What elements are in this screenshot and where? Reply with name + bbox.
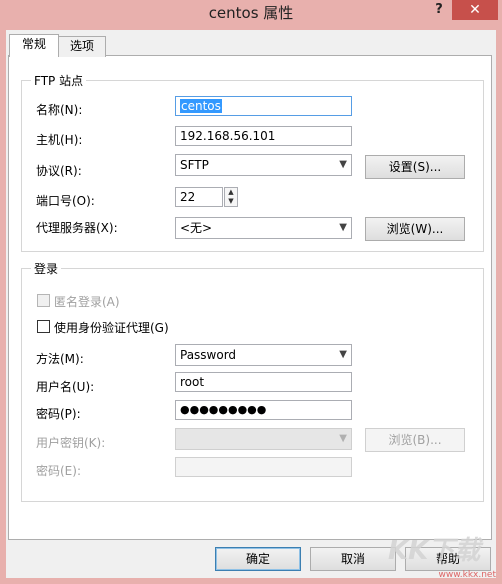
ok-button[interactable]: 确定 — [215, 547, 301, 571]
userkey-browse-button[interactable]: 浏览(B)... — [365, 428, 465, 452]
name-field[interactable]: centos — [175, 96, 352, 116]
stepper-up-icon[interactable]: ▲ — [225, 188, 237, 197]
close-button[interactable]: ✕ — [452, 0, 498, 20]
method-select[interactable]: Password ▼ — [175, 344, 352, 366]
protocol-select[interactable]: SFTP ▼ — [175, 154, 352, 176]
auth-agent-label: 使用身份验证代理(G) — [54, 321, 169, 335]
proxy-browse-button[interactable]: 浏览(W)... — [365, 217, 465, 241]
chevron-down-icon: ▼ — [339, 433, 347, 444]
method-label: 方法(M): — [36, 352, 84, 366]
userkey-label: 用户密钥(K): — [36, 436, 106, 450]
protocol-label: 协议(R): — [36, 164, 82, 178]
tab-options[interactable]: 选项 — [58, 36, 106, 57]
watermark-logo: KK下载 — [388, 536, 481, 566]
passphrase-field[interactable] — [175, 457, 352, 477]
password-label: 密码(P): — [36, 407, 81, 421]
username-label: 用户名(U): — [36, 380, 95, 394]
port-label: 端口号(O): — [36, 194, 95, 208]
chevron-down-icon: ▼ — [339, 222, 347, 233]
userkey-select[interactable]: ▼ — [175, 428, 352, 450]
tab-general[interactable]: 常规 — [9, 34, 59, 57]
chevron-down-icon: ▼ — [339, 349, 347, 360]
anonymous-checkbox[interactable] — [37, 294, 50, 307]
passphrase-label: 密码(E): — [36, 464, 81, 478]
proxy-select[interactable]: <无> ▼ — [175, 217, 352, 239]
password-field[interactable]: ●●●●●●●●● — [175, 400, 352, 420]
username-field[interactable]: root — [175, 372, 352, 392]
stepper-down-icon[interactable]: ▼ — [225, 197, 237, 206]
host-field[interactable]: 192.168.56.101 — [175, 126, 352, 146]
port-field[interactable]: 22 — [175, 187, 223, 207]
anonymous-label: 匿名登录(A) — [54, 295, 120, 309]
help-icon[interactable]: ? — [428, 2, 450, 20]
settings-button[interactable]: 设置(S)... — [365, 155, 465, 179]
port-stepper[interactable]: ▲ ▼ — [224, 187, 238, 207]
host-label: 主机(H): — [36, 133, 83, 147]
window-title: centos 属性 — [208, 4, 294, 22]
auth-agent-checkbox[interactable] — [37, 320, 50, 333]
cancel-button[interactable]: 取消 — [310, 547, 396, 571]
login-group-title: 登录 — [31, 260, 62, 277]
name-label: 名称(N): — [36, 103, 83, 117]
ftp-site-group-title: FTP 站点 — [31, 72, 87, 89]
watermark-url: www.kkx.net — [438, 570, 497, 580]
chevron-down-icon: ▼ — [339, 159, 347, 170]
proxy-label: 代理服务器(X): — [36, 221, 118, 235]
